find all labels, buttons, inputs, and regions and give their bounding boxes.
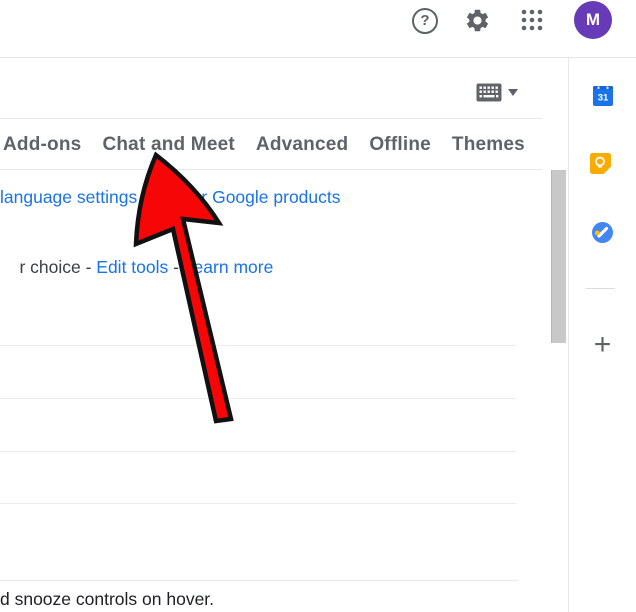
tab-themes[interactable]: Themes [452, 134, 525, 156]
section-divider [0, 451, 516, 452]
edit-tools-link[interactable]: Edit tools [96, 257, 168, 277]
gmail-settings-page: ? M Add-on [0, 0, 636, 612]
tab-advanced[interactable]: Advanced [256, 134, 348, 156]
input-tools-dropdown-arrow-icon [508, 89, 518, 96]
separator-text: - [168, 257, 184, 277]
section-divider [0, 398, 516, 399]
header-divider [0, 57, 636, 58]
sidebar-divider [568, 58, 569, 612]
bottom-divider [0, 580, 518, 581]
sidebar-mini-divider [586, 288, 615, 289]
hover-setting-description: d snooze controls on hover. [0, 589, 214, 610]
section-divider [0, 345, 516, 346]
settings-gear-icon[interactable] [464, 7, 491, 34]
tab-add-ons[interactable]: Add-ons [3, 134, 81, 156]
apps-grid-icon[interactable] [520, 8, 544, 32]
keep-icon[interactable] [590, 153, 611, 174]
keyboard-icon [476, 83, 502, 102]
choice-line: r choice - Edit tools - Learn more [0, 236, 273, 299]
section-divider [0, 503, 516, 504]
tab-chat-and-meet[interactable]: Chat and Meet [102, 134, 234, 156]
tabs-divider [0, 169, 542, 170]
settings-tabs: Add-ons Chat and Meet Advanced Offline T… [3, 134, 525, 156]
learn-more-link[interactable]: Learn more [184, 257, 274, 277]
choice-prefix-text: r choice - [19, 257, 96, 277]
account-avatar[interactable]: M [574, 1, 612, 39]
svg-text:31: 31 [598, 93, 609, 104]
input-tools-button[interactable] [470, 80, 525, 106]
tab-offline[interactable]: Offline [369, 134, 431, 156]
help-icon[interactable]: ? [412, 8, 438, 34]
sidebar-add-button[interactable]: + [588, 330, 617, 362]
toolbar-divider [0, 118, 542, 119]
calendar-icon[interactable]: 31 [593, 86, 613, 106]
language-settings-link[interactable]: language settings for other Google produ… [0, 187, 341, 208]
vertical-scrollbar-thumb[interactable] [551, 170, 566, 343]
plus-icon: + [594, 328, 612, 361]
tasks-icon[interactable] [592, 222, 613, 243]
red-annotation-arrow [0, 0, 636, 612]
